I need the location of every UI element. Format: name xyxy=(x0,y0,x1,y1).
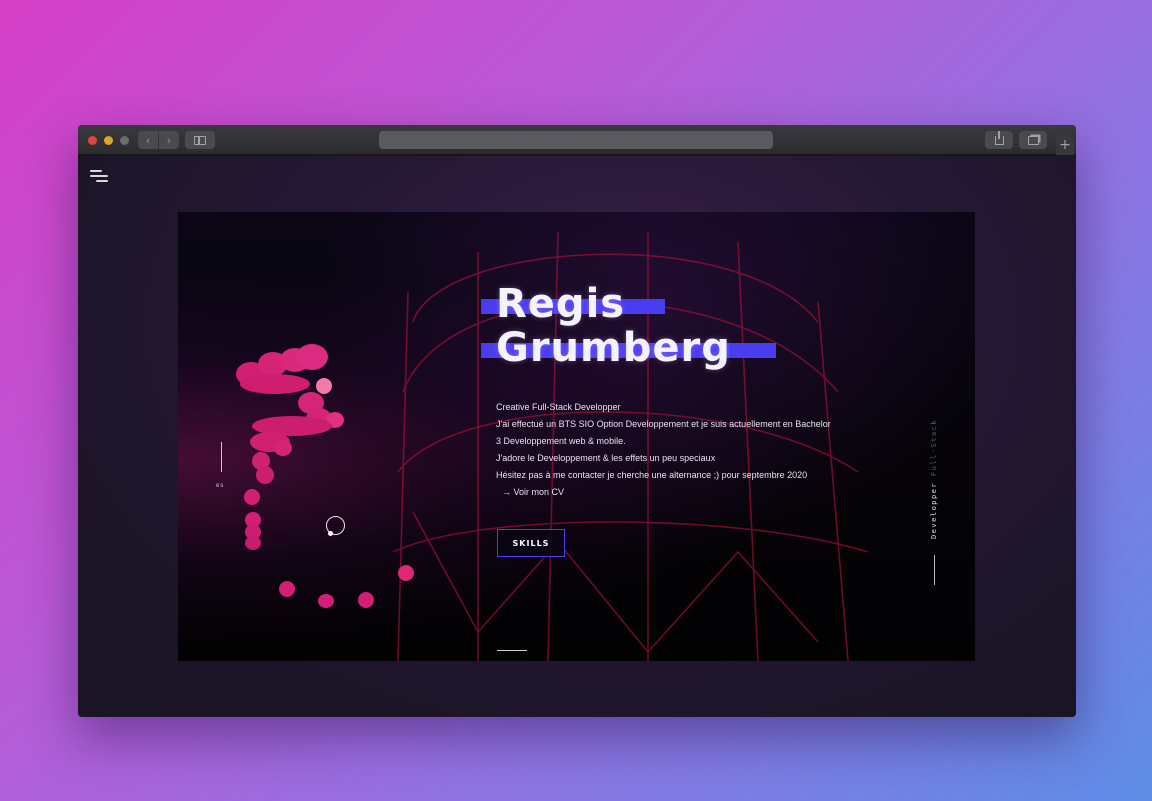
browser-window: ‹ › + es Regis Grumberg Creative Full-St… xyxy=(78,125,1076,717)
blob xyxy=(279,581,295,597)
hamburger-menu-icon[interactable] xyxy=(90,170,108,184)
blob xyxy=(316,378,332,394)
blob xyxy=(256,466,274,484)
vertical-role-label: Developper Full-Stack xyxy=(930,419,938,539)
blob xyxy=(240,374,310,394)
first-name-line: Regis xyxy=(481,281,731,327)
blob xyxy=(296,344,328,370)
bio-line: Hésitez pas à me contacter je cherche un… xyxy=(496,470,808,480)
bio-line: 3 Developpement web & mobile. xyxy=(496,436,626,446)
blob xyxy=(274,440,292,456)
new-tab-button[interactable]: + xyxy=(1056,135,1074,155)
sidebar-toggle-icon xyxy=(194,135,206,145)
blob xyxy=(358,592,374,608)
language-switch[interactable]: es xyxy=(216,483,224,489)
close-window-button[interactable] xyxy=(88,136,97,145)
bio-line: J'adore le Developpement & les effets un… xyxy=(496,453,716,463)
bio-line: J'ai effectué un BTS SIO Option Developp… xyxy=(496,419,831,429)
tabs-icon xyxy=(1027,135,1039,145)
zoom-window-button[interactable] xyxy=(120,136,129,145)
last-name-line: Grumberg xyxy=(481,325,776,371)
language-divider xyxy=(221,442,222,472)
vertical-divider xyxy=(934,555,935,585)
view-cv-link[interactable]: → Voir mon CV xyxy=(502,484,856,501)
role-label-muted: Full-Stack xyxy=(930,418,938,477)
back-icon[interactable]: ‹ xyxy=(138,131,158,149)
bio-text: Creative Full-Stack Developper J'ai effe… xyxy=(496,399,856,501)
forward-icon[interactable]: › xyxy=(159,131,179,149)
skills-button[interactable]: SKILLS xyxy=(497,529,565,557)
role-label-main: Developper xyxy=(930,481,938,539)
show-tabs-button[interactable] xyxy=(1019,131,1047,149)
hero-title: Regis Grumberg xyxy=(481,281,776,371)
minimize-window-button[interactable] xyxy=(104,136,113,145)
address-bar[interactable] xyxy=(379,131,773,149)
share-button[interactable] xyxy=(985,130,1013,149)
sidebar-toggle-button[interactable] xyxy=(185,131,215,149)
scroll-indicator xyxy=(497,650,527,651)
portfolio-page: es Regis Grumberg Creative Full-Stack De… xyxy=(78,156,1076,717)
hero-card: es Regis Grumberg Creative Full-Stack De… xyxy=(178,212,975,661)
custom-cursor-dot xyxy=(328,531,333,536)
blob xyxy=(398,565,414,581)
bio-line: Creative Full-Stack Developper xyxy=(496,402,621,412)
blob xyxy=(244,489,260,505)
browser-titlebar: ‹ › + xyxy=(78,125,1076,155)
share-icon xyxy=(994,130,1004,145)
first-name: Regis xyxy=(496,281,626,327)
blob xyxy=(318,594,334,608)
last-name: Grumberg xyxy=(496,325,731,371)
blob xyxy=(245,536,261,550)
